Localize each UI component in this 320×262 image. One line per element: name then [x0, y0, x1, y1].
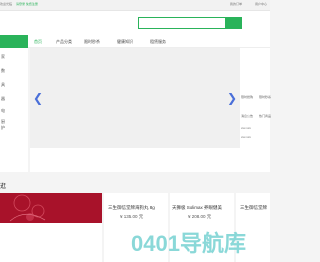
product-image-art: [9, 194, 46, 222]
banner-carousel: ❮ ❯: [30, 48, 240, 148]
right-panel-item[interactable]: 热门商品: [259, 114, 271, 118]
right-panel-item[interactable]: xxx.xxx: [241, 126, 251, 130]
search-input[interactable]: [139, 18, 227, 28]
nav-health[interactable]: 健康知识: [117, 39, 133, 45]
chevron-left-icon[interactable]: ❮: [33, 92, 43, 104]
header: [0, 11, 270, 35]
my-orders-link[interactable]: 我的订单: [230, 2, 242, 6]
product-card[interactable]: [0, 193, 102, 262]
sidebar-item[interactable]: 数: [1, 68, 5, 74]
top-bar: 欢迎光临 请登录 免费注册 我的订单 用户中心: [0, 0, 270, 11]
sidebar-item[interactable]: 具: [1, 82, 5, 88]
search-box: [138, 17, 242, 29]
login-link[interactable]: 请登录 免费注册: [16, 2, 38, 6]
right-panel: 限时抢购 限时秒杀 消息公告 热门商品 xxx.xxx xxx.xxx: [240, 48, 271, 172]
banner-footer: [30, 148, 240, 172]
sidebar-item[interactable]: 护: [1, 125, 5, 131]
product-name[interactable]: 天狮极 Solimax 养眼健美: [172, 205, 234, 211]
watermark-text: 0401导航库: [131, 231, 246, 256]
right-panel-item[interactable]: xxx.xxx: [241, 135, 251, 139]
nav-home[interactable]: 首页: [34, 39, 42, 45]
right-panel-item[interactable]: 限时抢购: [241, 95, 253, 99]
product-name[interactable]: 三生御信堂牌: [240, 205, 270, 211]
sidebar-item[interactable]: 电: [1, 108, 5, 114]
nav-rental[interactable]: 租赁服务: [150, 39, 166, 45]
sidebar-item[interactable]: 家: [1, 54, 5, 60]
product-price: ¥ 135.00 元: [120, 214, 144, 219]
category-menu-button[interactable]: [0, 35, 28, 48]
right-panel-item[interactable]: 消息公告: [241, 114, 253, 118]
nav-flash-sale[interactable]: 限时秒杀: [84, 39, 100, 45]
product-name[interactable]: 三生御信堂牌海狗丸 8g: [108, 205, 168, 211]
section-title: 逛: [0, 184, 7, 190]
main-nav: 首页 产品分类 限时秒杀 健康知识 租赁服务: [0, 35, 270, 48]
nav-products[interactable]: 产品分类: [56, 39, 72, 45]
product-price: ¥ 208.00 元: [188, 214, 212, 219]
chevron-right-icon[interactable]: ❯: [227, 92, 237, 104]
sidebar-item[interactable]: 器: [1, 96, 5, 102]
user-center-link[interactable]: 用户中心: [255, 2, 267, 6]
welcome-text: 欢迎光临: [0, 2, 13, 6]
product-image[interactable]: [0, 193, 102, 223]
category-sidebar: 家 数 具 器 电 厨 护: [0, 48, 28, 172]
search-button[interactable]: [225, 18, 241, 28]
right-panel-item[interactable]: 限时秒杀: [259, 95, 271, 99]
